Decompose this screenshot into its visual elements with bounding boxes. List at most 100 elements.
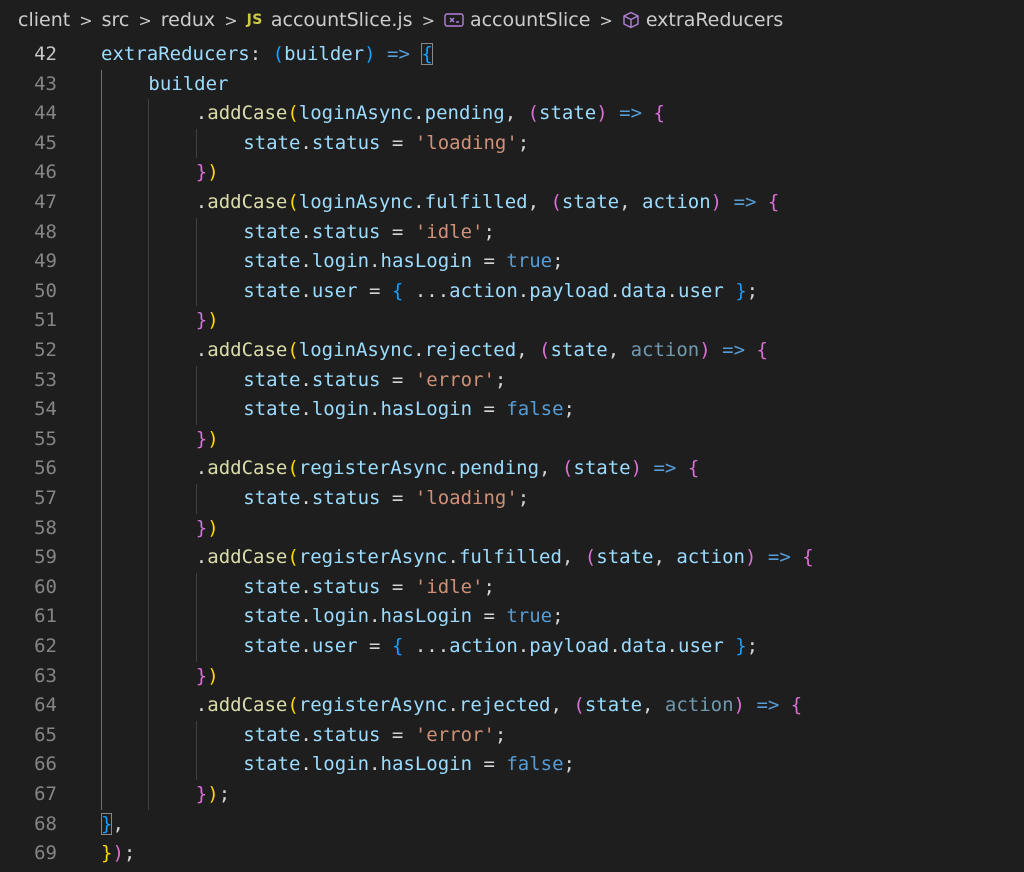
code-text: state.login.hasLogin = false; [243,753,575,776]
code-text: state.status = 'idle'; [243,575,495,598]
breadcrumb-item-src[interactable]: src [102,9,130,31]
breadcrumb-item-member[interactable]: extraReducers [622,9,784,31]
code-line[interactable]: 55}) [0,425,1024,455]
code-line[interactable]: 69}); [0,839,1024,869]
line-number: 67 [34,783,57,805]
code-text: builder [148,72,229,95]
line-number: 56 [34,457,57,480]
code-line[interactable]: 46}) [0,158,1024,188]
indent-guide [195,365,197,425]
code-text: state.status = 'loading'; [243,487,530,509]
indent-guide [101,69,102,810]
code-line[interactable]: 58}) [0,514,1024,544]
line-number: 52 [34,339,57,361]
line-number: 44 [34,102,57,125]
code-line[interactable]: 47 .addCase(loginAsync.fulfilled, (state,… [0,188,1024,218]
code-line[interactable]: 51}) [0,306,1024,336]
code-text: .addCase(loginAsync.pending, (state) => … [195,102,665,125]
breadcrumb-item-file[interactable]: JS accountSlice.js [247,9,413,31]
property-cube-icon [622,11,640,29]
code-line[interactable]: 50 state.user = { ...action.payload.data.… [0,277,1024,307]
indent-guide [195,720,197,780]
code-line[interactable]: 68}, [0,810,1024,840]
code-text: state.status = 'idle'; [243,220,495,243]
breadcrumb-item-client[interactable]: client [18,9,70,31]
code-line[interactable]: 49 state.login.hasLogin = true; [0,247,1024,277]
breadcrumb: client > src > redux > JS accountSlice.j… [0,0,1024,40]
chevron-right-icon: > [421,10,435,30]
indent-guide [195,128,197,159]
line-number: 57 [34,487,57,509]
line-number: 65 [34,723,57,746]
code-line[interactable]: 60 state.status = 'idle'; [0,573,1024,603]
line-number: 54 [34,398,57,421]
code-text: }) [195,664,219,687]
code-text: .addCase(registerAsync.pending, (state) … [195,457,700,480]
code-text: state.user = { ...action.payload.data.us… [243,279,759,302]
code-line[interactable]: 61 state.login.hasLogin = true; [0,602,1024,632]
code-text: }) [195,309,219,332]
line-number: 55 [34,427,57,450]
line-number: 48 [34,220,57,243]
code-line[interactable]: 66 state.login.hasLogin = false; [0,750,1024,780]
code-text: state.login.hasLogin = true; [243,605,564,628]
code-editor[interactable]: 42 extraReducers: (builder) => { 43 builder… [0,40,1024,872]
code-line[interactable]: 44 .addCase(loginAsync.pending, (state) =… [0,99,1024,129]
line-number: 64 [34,694,57,717]
code-text: extraReducers: (builder) => { [101,43,433,65]
code-line[interactable]: 59 .addCase(registerAsync.fulfilled, (sta… [0,543,1024,573]
javascript-file-icon: JS [246,12,263,28]
line-number: 66 [34,753,57,776]
code-line[interactable]: 45 state.status = 'loading'; [0,129,1024,159]
chevron-right-icon: > [79,10,93,30]
chevron-right-icon: > [138,10,152,30]
line-number: 42 [34,43,57,65]
code-line[interactable]: 62 state.user = { ...action.payload.data.… [0,632,1024,662]
code-text: }); [101,842,136,865]
code-line[interactable]: 42 extraReducers: (builder) => { [0,40,1024,70]
breadcrumb-file-name: accountSlice.js [270,9,413,31]
code-text: state.status = 'error'; [243,723,507,746]
code-line[interactable]: 63}) [0,662,1024,692]
code-text: }); [195,783,231,805]
variable-icon [444,12,464,28]
code-line[interactable]: 67}); [0,780,1024,810]
code-line[interactable]: 43 builder [0,70,1024,100]
code-text: }) [195,516,219,539]
line-number: 59 [34,546,57,569]
code-line[interactable]: 56 .addCase(registerAsync.pending, (state… [0,454,1024,484]
code-text: .addCase(registerAsync.rejected, (state,… [195,694,803,717]
line-number: 47 [34,191,57,213]
chevron-right-icon: > [599,10,613,30]
code-line[interactable]: 54 state.login.hasLogin = false; [0,395,1024,425]
line-number: 62 [34,635,57,657]
line-number: 58 [34,516,57,539]
code-line[interactable]: 64 .addCase(registerAsync.rejected, (stat… [0,691,1024,721]
line-number: 68 [34,812,57,835]
line-number: 43 [34,72,57,95]
code-text: state.login.hasLogin = true; [243,250,564,273]
indent-guide [148,99,150,810]
indent-guide [195,217,197,307]
line-number: 63 [34,664,57,687]
code-line[interactable]: 65 state.status = 'error'; [0,721,1024,751]
code-text: }, [101,812,124,835]
breadcrumb-symbol-name: accountSlice [469,9,591,31]
line-number: 69 [34,842,57,865]
line-number: 61 [34,605,57,628]
code-text: .addCase(registerAsync.fulfilled, (state… [195,546,814,569]
line-number: 45 [34,131,57,154]
code-line[interactable]: 48 state.status = 'idle'; [0,218,1024,248]
code-line[interactable]: 53 state.status = 'error'; [0,366,1024,396]
line-number: 51 [34,309,57,332]
code-line[interactable]: 52 .addCase(loginAsync.rejected, (state, … [0,336,1024,366]
code-line[interactable]: 57 state.status = 'loading'; [0,484,1024,514]
indent-guide [195,484,197,514]
line-number: 49 [34,250,57,273]
breadcrumb-item-symbol[interactable]: accountSlice [444,9,590,31]
line-number: 53 [34,368,57,391]
code-text: state.status = 'loading'; [243,131,530,154]
breadcrumb-item-redux[interactable]: redux [161,9,215,31]
breadcrumb-member-name: extraReducers [645,9,784,31]
code-text: .addCase(loginAsync.rejected, (state, ac… [195,339,768,361]
